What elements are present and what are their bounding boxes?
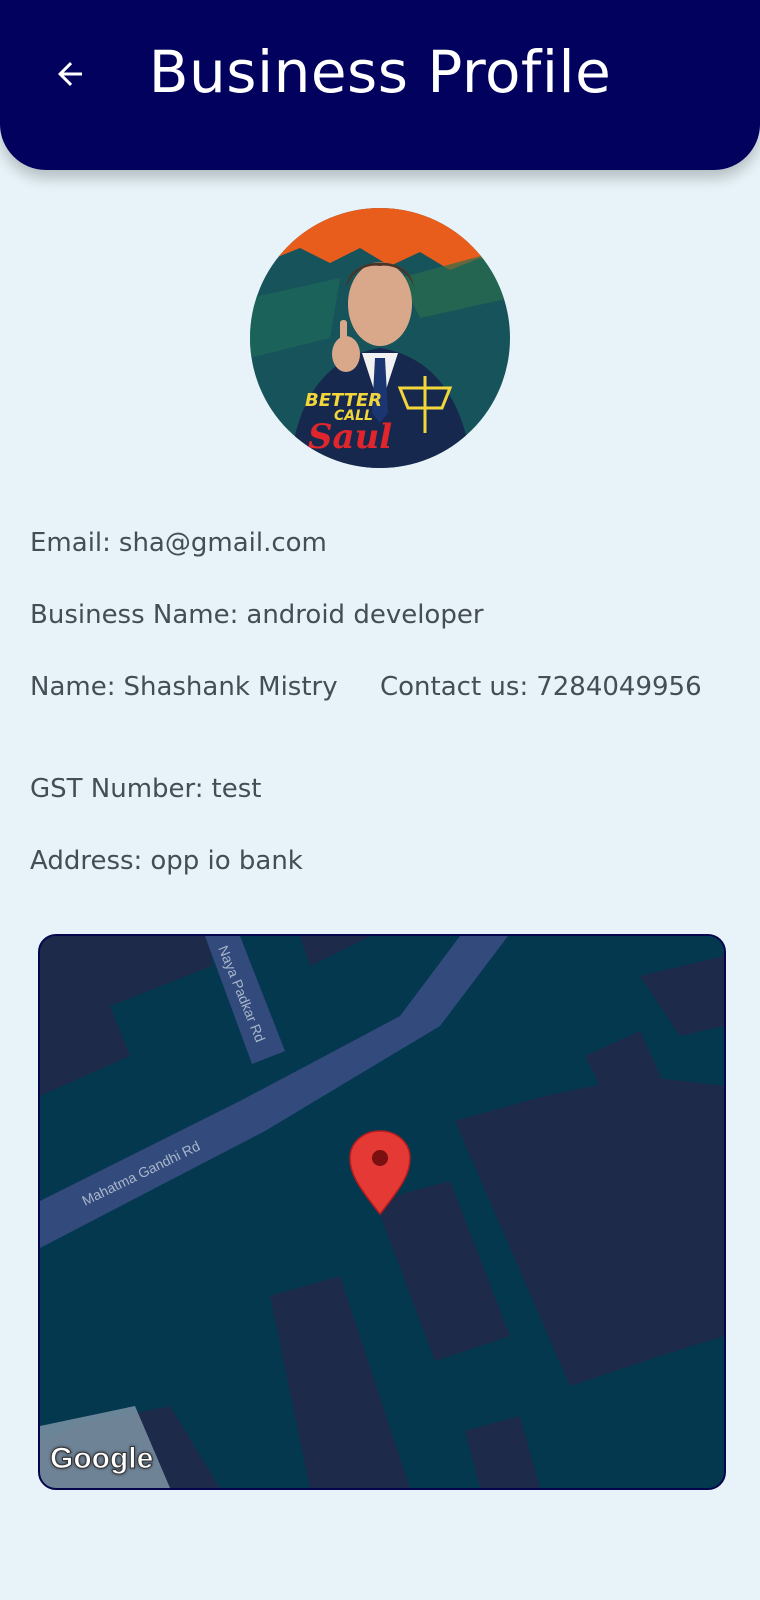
email-value: sha@gmail.com [118,528,327,558]
app-bar: Business Profile [0,0,760,170]
contact-row: Contact us: 7284049956 [380,672,702,702]
contact-value: 7284049956 [536,672,702,702]
avatar: BETTER CALL Saul [250,208,510,468]
gst-label: GST Number: [30,774,204,804]
name-label: Name: [30,672,116,702]
map-canvas: Naya Padkar Rd Mahatma Gandhi Rd [40,936,724,1488]
business-name-value: android developer [246,600,484,630]
map-view[interactable]: Naya Padkar Rd Mahatma Gandhi Rd Google [38,934,726,1490]
address-row: Address: opp io bank [30,846,303,876]
contact-label: Contact us: [380,672,529,702]
email-row: Email: sha@gmail.com [30,528,327,558]
page-title: Business Profile [148,38,612,106]
email-label: Email: [30,528,111,558]
name-value: Shashank Mistry [123,672,338,702]
avatar-caption-3: Saul [308,417,392,457]
name-row: Name: Shashank Mistry [30,672,338,702]
google-attribution: Google [49,1442,154,1476]
address-label: Address: [30,846,143,876]
gst-value: test [211,774,262,804]
gst-row: GST Number: test [30,774,261,804]
profile-image: BETTER CALL Saul [250,208,510,468]
address-value: opp io bank [150,846,303,876]
business-name-label: Business Name: [30,600,239,630]
business-name-row: Business Name: android developer [30,600,484,630]
